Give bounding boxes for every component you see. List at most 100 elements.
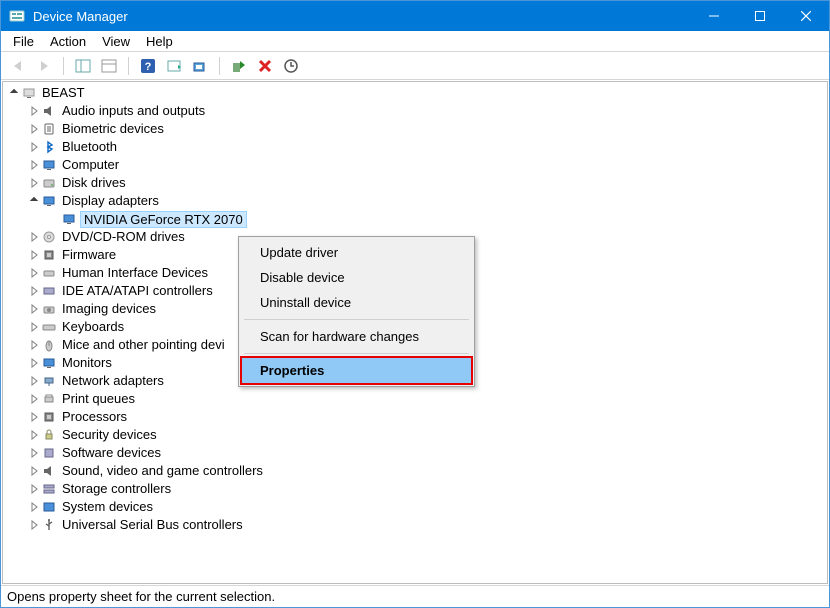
update-driver-button[interactable]: [280, 55, 302, 77]
display-icon: [61, 211, 77, 227]
properties-pane-button[interactable]: [98, 55, 120, 77]
app-icon: [9, 8, 25, 24]
tree-twisty-icon[interactable]: [27, 318, 41, 336]
tree-item-audio-inputs-and-outputs[interactable]: Audio inputs and outputs: [7, 102, 823, 120]
tree-item-display-adapters[interactable]: Display adapters: [7, 192, 823, 210]
tree-twisty-icon[interactable]: [27, 102, 41, 120]
tree-item-label: Mice and other pointing devi: [60, 336, 227, 354]
tree-twisty-icon[interactable]: [27, 156, 41, 174]
context-update-driver[interactable]: Update driver: [242, 240, 471, 265]
minimize-button[interactable]: [691, 1, 737, 31]
tree-twisty-icon[interactable]: [27, 300, 41, 318]
tree-twisty-icon[interactable]: [27, 354, 41, 372]
tree-item-system-devices[interactable]: System devices: [7, 498, 823, 516]
context-separator: [244, 353, 469, 354]
tree-item-software-devices[interactable]: Software devices: [7, 444, 823, 462]
context-properties[interactable]: Properties: [240, 356, 473, 385]
tree-twisty-icon[interactable]: [27, 408, 41, 426]
tree-item-label: Display adapters: [60, 192, 161, 210]
maximize-button[interactable]: [737, 1, 783, 31]
tree-twisty-icon[interactable]: [27, 336, 41, 354]
tree-item-label: NVIDIA GeForce RTX 2070: [80, 211, 247, 228]
menu-help[interactable]: Help: [138, 33, 181, 50]
close-button[interactable]: [783, 1, 829, 31]
help-button[interactable]: ?: [137, 55, 159, 77]
context-disable-device[interactable]: Disable device: [242, 265, 471, 290]
status-bar: Opens property sheet for the current sel…: [1, 585, 829, 607]
tree-item-label: Bluetooth: [60, 138, 119, 156]
tree-item-print-queues[interactable]: Print queues: [7, 390, 823, 408]
forward-button[interactable]: [33, 55, 55, 77]
context-scan-hardware[interactable]: Scan for hardware changes: [242, 324, 471, 349]
tree-twisty-icon[interactable]: [27, 444, 41, 462]
tree-twisty-icon[interactable]: [27, 264, 41, 282]
tree-item-processors[interactable]: Processors: [7, 408, 823, 426]
tree-item-label: IDE ATA/ATAPI controllers: [60, 282, 215, 300]
titlebar: Device Manager: [1, 1, 829, 31]
tree-twisty-icon[interactable]: [27, 228, 41, 246]
tree-item-nvidia-geforce-rtx-2070[interactable]: NVIDIA GeForce RTX 2070: [7, 210, 823, 228]
optical-icon: [41, 229, 57, 245]
back-button[interactable]: [7, 55, 29, 77]
network-icon: [41, 373, 57, 389]
tree-twisty-icon[interactable]: [27, 192, 41, 210]
tree-item-label: Sound, video and game controllers: [60, 462, 265, 480]
printer-icon: [41, 391, 57, 407]
tree-item-label: Audio inputs and outputs: [60, 102, 207, 120]
tree-twisty-icon[interactable]: [27, 174, 41, 192]
hid-icon: [41, 265, 57, 281]
display-icon: [41, 193, 57, 209]
device-tree-pane[interactable]: BEASTAudio inputs and outputsBiometric d…: [2, 81, 828, 584]
tree-twisty-icon[interactable]: [7, 84, 21, 102]
tree-item-label: Computer: [60, 156, 121, 174]
toolbar-separator: [219, 57, 220, 75]
tree-item-label: Security devices: [60, 426, 159, 444]
menu-action[interactable]: Action: [42, 33, 94, 50]
sound-icon: [41, 463, 57, 479]
root-icon: [21, 85, 37, 101]
enable-device-button[interactable]: [228, 55, 250, 77]
usb-icon: [41, 517, 57, 533]
tree-item-label: Monitors: [60, 354, 114, 372]
tree-item-storage-controllers[interactable]: Storage controllers: [7, 480, 823, 498]
disk-icon: [41, 175, 57, 191]
tree-item-label: Processors: [60, 408, 129, 426]
tree-item-computer[interactable]: Computer: [7, 156, 823, 174]
tree-twisty-icon[interactable]: [27, 390, 41, 408]
tree-twisty-icon[interactable]: [27, 462, 41, 480]
tree-twisty-icon[interactable]: [27, 246, 41, 264]
tree-twisty-icon[interactable]: [47, 210, 61, 228]
tree-twisty-icon[interactable]: [27, 498, 41, 516]
tree-twisty-icon[interactable]: [27, 516, 41, 534]
context-uninstall-device[interactable]: Uninstall device: [242, 290, 471, 315]
security-icon: [41, 427, 57, 443]
scan-hardware-button[interactable]: [189, 55, 211, 77]
menu-view[interactable]: View: [94, 33, 138, 50]
ide-icon: [41, 283, 57, 299]
tree-twisty-icon[interactable]: [27, 138, 41, 156]
tree-item-disk-drives[interactable]: Disk drives: [7, 174, 823, 192]
tree-item-security-devices[interactable]: Security devices: [7, 426, 823, 444]
tree-root[interactable]: BEAST: [7, 84, 823, 102]
status-text: Opens property sheet for the current sel…: [7, 589, 275, 604]
action-button[interactable]: [163, 55, 185, 77]
tree-twisty-icon[interactable]: [27, 120, 41, 138]
speaker-icon: [41, 103, 57, 119]
computer-icon: [41, 157, 57, 173]
tree-twisty-icon[interactable]: [27, 372, 41, 390]
device-manager-window: Device Manager File Action View Help: [0, 0, 830, 608]
tree-twisty-icon[interactable]: [27, 282, 41, 300]
tree-twisty-icon[interactable]: [27, 426, 41, 444]
uninstall-device-button[interactable]: [254, 55, 276, 77]
tree-item-label: Keyboards: [60, 318, 126, 336]
tree-item-label: BEAST: [40, 84, 87, 102]
tree-item-universal-serial-bus-controllers[interactable]: Universal Serial Bus controllers: [7, 516, 823, 534]
tree-item-bluetooth[interactable]: Bluetooth: [7, 138, 823, 156]
camera-icon: [41, 301, 57, 317]
show-hide-tree-button[interactable]: [72, 55, 94, 77]
tree-twisty-icon[interactable]: [27, 480, 41, 498]
system-icon: [41, 499, 57, 515]
tree-item-sound-video-and-game-controllers[interactable]: Sound, video and game controllers: [7, 462, 823, 480]
tree-item-biometric-devices[interactable]: Biometric devices: [7, 120, 823, 138]
menu-file[interactable]: File: [5, 33, 42, 50]
